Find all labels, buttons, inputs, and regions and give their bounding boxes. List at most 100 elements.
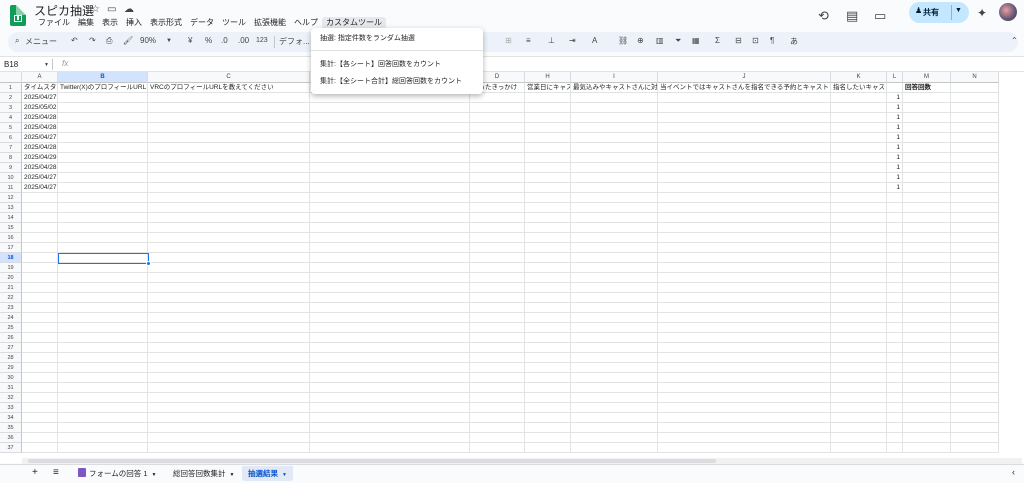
cell[interactable] [903, 403, 951, 413]
column-header[interactable]: L [887, 72, 903, 83]
date-cell[interactable]: 2025/04/27 [22, 173, 58, 183]
cell[interactable] [658, 333, 831, 343]
cell[interactable] [658, 103, 831, 113]
cell[interactable] [903, 193, 951, 203]
cell[interactable] [571, 223, 658, 233]
menu-insert[interactable]: 挿入 [122, 17, 146, 29]
cell[interactable] [525, 143, 571, 153]
cell[interactable] [951, 243, 999, 253]
cell[interactable] [831, 313, 887, 323]
cell[interactable] [22, 193, 58, 203]
cell[interactable] [22, 443, 58, 453]
cell[interactable] [658, 413, 831, 423]
row-header[interactable]: 26 [0, 333, 22, 343]
cell[interactable] [903, 273, 951, 283]
row-header[interactable]: 36 [0, 433, 22, 443]
cell[interactable] [571, 273, 658, 283]
cell[interactable] [887, 383, 903, 393]
cell[interactable] [525, 363, 571, 373]
row-header[interactable]: 3 [0, 103, 22, 113]
cell[interactable] [525, 133, 571, 143]
cell[interactable] [903, 363, 951, 373]
percent-button[interactable]: % [205, 36, 212, 45]
cell[interactable] [58, 323, 148, 333]
folder-icon[interactable]: ▭ [107, 4, 116, 15]
cell[interactable] [470, 423, 525, 433]
cell[interactable] [310, 353, 470, 363]
cell[interactable] [22, 203, 58, 213]
cell[interactable] [310, 233, 470, 243]
row-header[interactable]: 21 [0, 283, 22, 293]
cell[interactable] [951, 443, 999, 453]
count-cell[interactable]: 1 [887, 163, 903, 173]
comment-icon[interactable]: ▤ [846, 8, 858, 24]
cell[interactable] [525, 373, 571, 383]
cell[interactable] [571, 123, 658, 133]
cell[interactable] [831, 413, 887, 423]
cell[interactable] [887, 223, 903, 233]
cell[interactable] [310, 363, 470, 373]
cell[interactable] [470, 443, 525, 453]
cell[interactable] [831, 133, 887, 143]
header-cell[interactable]: タイムスタン [22, 83, 58, 93]
row-header[interactable]: 2 [0, 93, 22, 103]
cell[interactable] [22, 413, 58, 423]
tab-draw-results[interactable]: 抽選結果 ▼ [242, 466, 293, 481]
cell[interactable] [903, 443, 951, 453]
menu-view[interactable]: 表示 [98, 17, 122, 29]
cell[interactable] [525, 393, 571, 403]
cell[interactable] [887, 333, 903, 343]
cell[interactable] [658, 153, 831, 163]
count-cell[interactable]: 1 [887, 113, 903, 123]
cell[interactable] [22, 393, 58, 403]
cell[interactable] [148, 323, 310, 333]
cell[interactable] [831, 293, 887, 303]
cell[interactable] [658, 213, 831, 223]
cell[interactable] [22, 423, 58, 433]
share-button[interactable]: ♟ 共有 ▼ [909, 2, 969, 23]
tab-total-count[interactable]: 総回答回数集計 ▼ [167, 466, 240, 481]
header-cell[interactable]: 営業日にキャス [525, 83, 571, 93]
menu-extensions[interactable]: 拡張機能 [250, 17, 290, 29]
cell[interactable] [571, 303, 658, 313]
cell[interactable] [571, 343, 658, 353]
cell[interactable] [951, 433, 999, 443]
cell[interactable] [310, 303, 470, 313]
cell[interactable] [571, 143, 658, 153]
cell[interactable] [525, 293, 571, 303]
date-cell[interactable]: 2025/04/28 [22, 143, 58, 153]
cell[interactable] [58, 393, 148, 403]
cell[interactable] [58, 223, 148, 233]
cell[interactable] [571, 423, 658, 433]
cell[interactable] [903, 253, 951, 263]
row-header[interactable]: 34 [0, 413, 22, 423]
cell[interactable] [951, 153, 999, 163]
cell[interactable] [658, 343, 831, 353]
cell[interactable] [470, 333, 525, 343]
name-box[interactable]: B18 [4, 60, 48, 69]
cell[interactable] [951, 193, 999, 203]
font-select[interactable]: デフォ... [279, 36, 310, 47]
cell[interactable] [658, 223, 831, 233]
cell[interactable] [887, 213, 903, 223]
cell[interactable] [470, 283, 525, 293]
cell[interactable] [831, 213, 887, 223]
cell[interactable] [658, 233, 831, 243]
cell[interactable] [903, 383, 951, 393]
cell[interactable] [148, 133, 310, 143]
cell[interactable] [310, 153, 470, 163]
cell[interactable] [658, 303, 831, 313]
number-format-button[interactable]: 123 [256, 37, 268, 44]
cell[interactable] [831, 393, 887, 403]
cell[interactable] [525, 283, 571, 293]
cell[interactable] [148, 333, 310, 343]
cell[interactable] [310, 143, 470, 153]
cell[interactable] [22, 293, 58, 303]
cell[interactable] [525, 183, 571, 193]
count-cell[interactable]: 1 [887, 133, 903, 143]
grid-corner[interactable] [0, 72, 22, 83]
cell[interactable] [58, 133, 148, 143]
cell[interactable] [887, 373, 903, 383]
row-header[interactable]: 13 [0, 203, 22, 213]
cell[interactable] [903, 173, 951, 183]
